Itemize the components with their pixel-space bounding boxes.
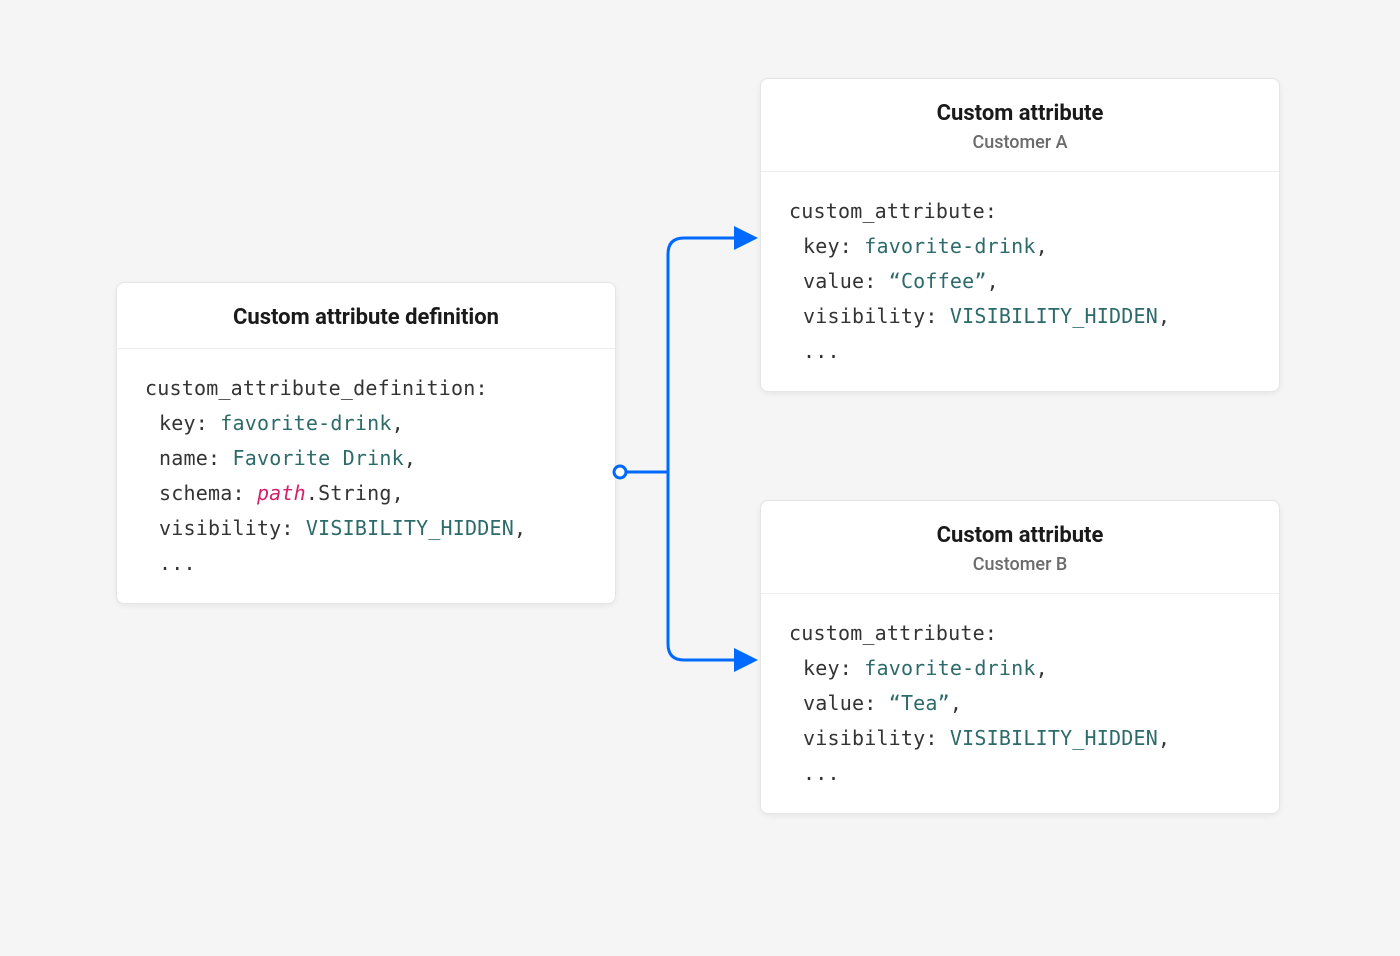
code-dots: ... [789, 756, 1251, 791]
card-header: Custom attribute definition [117, 283, 615, 349]
card-title: Custom attribute definition [141, 305, 591, 330]
comma: , [1158, 726, 1170, 750]
code-value-value: “Coffee” [889, 269, 987, 293]
attribute-card-b: Custom attribute Customer B custom_attri… [760, 500, 1280, 814]
code-key-label: key: [803, 656, 852, 680]
code-key-label: key: [159, 411, 208, 435]
code-visibility-value: VISIBILITY_HIDDEN [950, 304, 1158, 328]
comma: , [392, 411, 404, 435]
code-dots: ... [789, 334, 1251, 369]
code-schema-type: .String [306, 481, 392, 505]
code-visibility-label: visibility: [159, 516, 294, 540]
comma: , [1158, 304, 1170, 328]
definition-card: Custom attribute definition custom_attri… [116, 282, 616, 604]
code-dots: ... [145, 546, 587, 581]
code-root: custom_attribute_definition: [145, 376, 488, 400]
code-block: custom_attribute: key: favorite-drink, v… [761, 172, 1279, 391]
comma: , [392, 481, 404, 505]
code-visibility-value: VISIBILITY_HIDDEN [306, 516, 514, 540]
code-visibility-label: visibility: [803, 304, 938, 328]
card-title: Custom attribute [785, 101, 1255, 126]
code-block: custom_attribute: key: favorite-drink, v… [761, 594, 1279, 813]
comma: , [950, 691, 962, 715]
code-key-label: key: [803, 234, 852, 258]
comma: , [987, 269, 999, 293]
comma: , [1036, 656, 1048, 680]
code-value-label: value: [803, 691, 876, 715]
code-key-value: favorite-drink [220, 411, 391, 435]
code-name-value: Favorite Drink [232, 446, 403, 470]
code-value-value: “Tea” [889, 691, 950, 715]
code-key-value: favorite-drink [864, 234, 1035, 258]
code-value-label: value: [803, 269, 876, 293]
code-visibility-value: VISIBILITY_HIDDEN [950, 726, 1158, 750]
code-name-label: name: [159, 446, 220, 470]
comma: , [404, 446, 416, 470]
code-schema-label: schema: [159, 481, 245, 505]
card-header: Custom attribute Customer B [761, 501, 1279, 594]
card-title: Custom attribute [785, 523, 1255, 548]
comma: , [514, 516, 526, 540]
attribute-card-a: Custom attribute Customer A custom_attri… [760, 78, 1280, 392]
card-subtitle: Customer A [785, 132, 1255, 153]
code-schema-path: path [257, 481, 306, 505]
code-key-value: favorite-drink [864, 656, 1035, 680]
card-header: Custom attribute Customer A [761, 79, 1279, 172]
code-block: custom_attribute_definition: key: favori… [117, 349, 615, 603]
code-root: custom_attribute: [789, 621, 997, 645]
code-visibility-label: visibility: [803, 726, 938, 750]
card-subtitle: Customer B [785, 554, 1255, 575]
comma: , [1036, 234, 1048, 258]
code-root: custom_attribute: [789, 199, 997, 223]
